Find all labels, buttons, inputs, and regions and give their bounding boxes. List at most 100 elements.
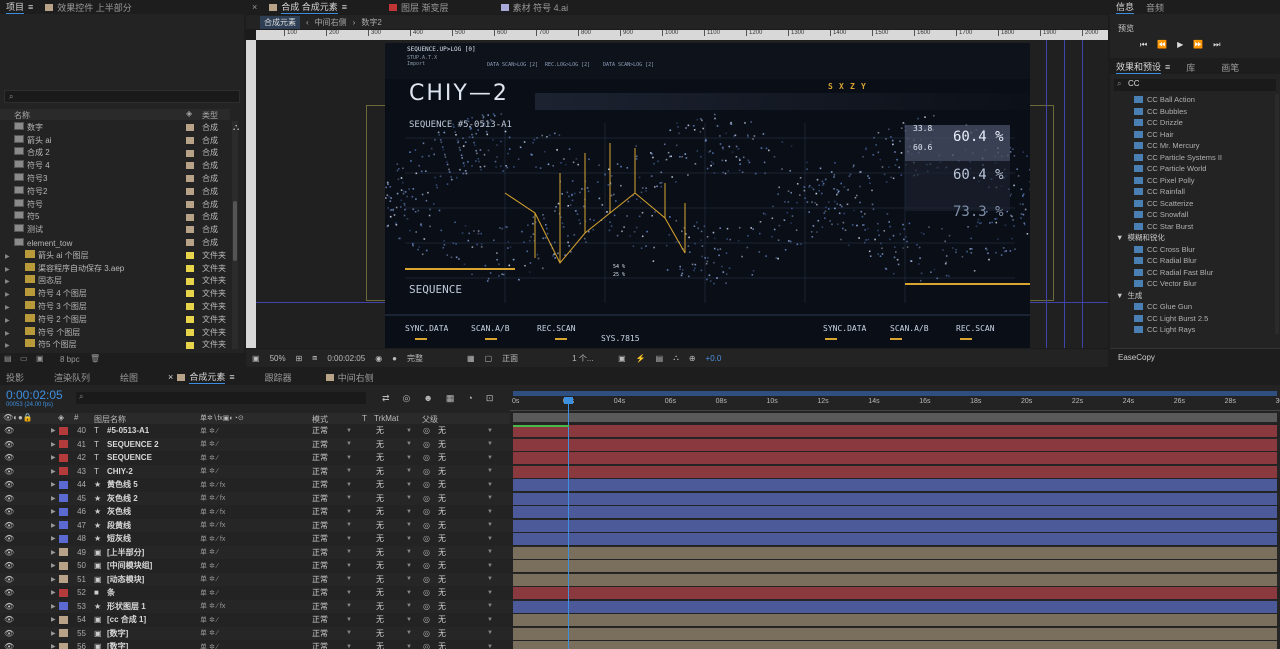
project-search-input[interactable]: ⌕ bbox=[4, 90, 240, 103]
layer-switches[interactable]: 单 ✲ ∕ fx bbox=[200, 480, 225, 490]
layer-switches[interactable]: 单 ✲ ∕ bbox=[200, 466, 218, 476]
expand-arrow-icon[interactable]: ▶ bbox=[5, 330, 11, 337]
parent-select[interactable]: 无 bbox=[438, 506, 446, 517]
trkmat-select[interactable]: 无 bbox=[376, 560, 384, 571]
resolution-icon[interactable]: ⊞ bbox=[296, 354, 303, 363]
close-comp-icon[interactable]: × bbox=[246, 0, 263, 14]
layer-name[interactable]: 灰色线 2 bbox=[107, 493, 138, 504]
layer-name[interactable]: 黄色线 5 bbox=[107, 479, 138, 490]
pickwhip-icon[interactable]: ◎ bbox=[423, 642, 430, 649]
layer-label-color[interactable] bbox=[59, 602, 68, 611]
layer-row[interactable]: 👁 ▶ 40 T #5-0513-A1 单 ✲ ∕ 正常 ▼ 无 ▼ ◎ 无 ▼ bbox=[0, 424, 1280, 438]
label-color-swatch[interactable] bbox=[186, 187, 194, 195]
expand-arrow-icon[interactable]: ▶ bbox=[51, 481, 56, 488]
layer-name[interactable]: 灰色线 bbox=[107, 506, 131, 517]
parent-select[interactable]: 无 bbox=[438, 439, 446, 450]
tab-brushes[interactable]: 画笔 bbox=[1215, 60, 1245, 74]
parent-select[interactable]: 无 bbox=[438, 479, 446, 490]
trkmat-select[interactable]: 无 bbox=[376, 439, 384, 450]
layer-switches[interactable]: 单 ✲ ∕ bbox=[200, 547, 218, 557]
effect-category[interactable]: ▼ 模糊和锐化 bbox=[1110, 232, 1274, 244]
effect-item[interactable]: CC Ball Action bbox=[1110, 94, 1274, 106]
flowchart-footer-icon[interactable]: ⛬ bbox=[673, 353, 679, 363]
layer-row[interactable]: 👁 ▶ 53 ★ 形状图层 1 单 ✲ ∕ fx 正常 ▼ 无 ▼ ◎ 无 ▼ bbox=[0, 599, 1280, 613]
label-color-swatch[interactable] bbox=[186, 200, 194, 208]
breadcrumb-comp-3[interactable]: 数字2 bbox=[361, 17, 381, 28]
label-color-swatch[interactable] bbox=[186, 149, 194, 157]
blend-mode-select[interactable]: 正常 bbox=[312, 614, 328, 625]
effects-scrollbar[interactable] bbox=[1275, 94, 1279, 334]
blend-mode-select[interactable]: 正常 bbox=[312, 439, 328, 450]
layer-row[interactable]: 👁 ▶ 45 ★ 灰色线 2 单 ✲ ∕ fx 正常 ▼ 无 ▼ ◎ 无 ▼ bbox=[0, 491, 1280, 505]
label-color-swatch[interactable] bbox=[186, 303, 194, 311]
project-item[interactable]: ▶ 渠容程序自动保存 3.aep 文件夹 bbox=[0, 262, 230, 275]
interpret-footage-icon[interactable]: ▤ bbox=[4, 354, 12, 363]
effect-item[interactable]: CC Pixel Polly bbox=[1110, 175, 1274, 187]
tab-effects-presets[interactable]: 效果和预设 ≡ bbox=[1110, 60, 1176, 74]
visibility-eye-icon[interactable]: 👁 bbox=[4, 642, 14, 649]
visibility-eye-icon[interactable]: 👁 bbox=[4, 453, 14, 462]
layer-label-color[interactable] bbox=[59, 548, 68, 557]
label-color-swatch[interactable] bbox=[186, 264, 194, 272]
layer-duration-bar[interactable] bbox=[513, 587, 1277, 599]
col-type-header[interactable]: 类型 bbox=[202, 110, 218, 121]
layer-row[interactable]: 👁 ▶ 55 ▣ [数字] 单 ✲ ∕ 正常 ▼ 无 ▼ ◎ 无 ▼ bbox=[0, 626, 1280, 640]
pickwhip-icon[interactable]: ◎ bbox=[423, 453, 430, 462]
layer-duration-bar[interactable] bbox=[513, 479, 1277, 491]
next-frame-icon[interactable]: ⏩ bbox=[1193, 40, 1203, 50]
tab-audio[interactable]: 音频 bbox=[1140, 0, 1170, 14]
project-item[interactable]: 箭头 ai 合成 bbox=[0, 134, 230, 147]
visibility-eye-icon[interactable]: 👁 bbox=[4, 548, 14, 557]
effect-item[interactable]: CC Glue Gun bbox=[1110, 301, 1274, 313]
project-item[interactable]: ▶ 符号 3 个图层 文件夹 bbox=[0, 300, 230, 313]
layer-duration-bar[interactable] bbox=[513, 506, 1277, 518]
trash-icon[interactable]: 🗑 bbox=[90, 354, 100, 363]
label-color-swatch[interactable] bbox=[186, 290, 194, 298]
layer-switches[interactable]: 单 ✲ ∕ bbox=[200, 561, 218, 571]
project-item[interactable]: 符号 4 合成 bbox=[0, 159, 230, 172]
expand-arrow-icon[interactable]: ▶ bbox=[51, 576, 56, 583]
panel-menu-icon[interactable]: ≡ bbox=[1165, 62, 1170, 72]
project-scrollbar[interactable] bbox=[232, 121, 238, 349]
trkmat-select[interactable]: 无 bbox=[376, 547, 384, 558]
layer-row[interactable]: 👁 ▶ 50 ▣ [中间模块组] 单 ✲ ∕ 正常 ▼ 无 ▼ ◎ 无 ▼ bbox=[0, 559, 1280, 573]
blend-mode-select[interactable]: 正常 bbox=[312, 520, 328, 531]
effect-category[interactable]: ▼ 生成 bbox=[1110, 290, 1274, 302]
layer-name[interactable]: 形状图层 1 bbox=[107, 601, 146, 612]
visibility-eye-icon[interactable]: 👁 bbox=[4, 507, 14, 516]
panel-menu-icon[interactable]: ≡ bbox=[342, 2, 347, 12]
visibility-eye-icon[interactable]: 👁 bbox=[4, 467, 14, 476]
quality-select[interactable]: 完整 bbox=[407, 353, 457, 364]
expand-arrow-icon[interactable]: ▶ bbox=[51, 454, 56, 461]
effect-item[interactable]: CC Scatterize bbox=[1110, 198, 1274, 210]
col-name-header[interactable]: 名称 bbox=[14, 110, 30, 121]
tab-layer-viewer[interactable]: 图层 渐变层 bbox=[383, 0, 455, 14]
blend-mode-select[interactable]: 正常 bbox=[312, 533, 328, 544]
expand-arrow-icon[interactable]: ▶ bbox=[5, 291, 11, 298]
layer-row[interactable]: 👁 ▶ 43 T CHIY-2 单 ✲ ∕ 正常 ▼ 无 ▼ ◎ 无 ▼ bbox=[0, 464, 1280, 478]
layer-duration-bar[interactable] bbox=[513, 438, 1277, 451]
label-color-swatch[interactable] bbox=[186, 175, 194, 183]
expand-arrow-icon[interactable]: ▶ bbox=[51, 522, 56, 529]
visibility-eye-icon[interactable]: 👁 bbox=[4, 480, 14, 489]
layer-row[interactable]: 👁 ▶ 47 ★ 段黄线 单 ✲ ∕ fx 正常 ▼ 无 ▼ ◎ 无 ▼ bbox=[0, 518, 1280, 532]
layer-search-input[interactable]: ⌕ bbox=[76, 392, 366, 404]
blend-mode-select[interactable]: 正常 bbox=[312, 479, 328, 490]
project-item[interactable]: ▶ 箭头 ai 个图层 文件夹 bbox=[0, 249, 230, 262]
pickwhip-icon[interactable]: ◎ bbox=[423, 440, 430, 449]
comp-nav-bar[interactable] bbox=[513, 413, 1277, 422]
layer-duration-bar[interactable] bbox=[513, 425, 1277, 437]
expand-arrow-icon[interactable]: ▶ bbox=[5, 266, 11, 273]
parent-select[interactable]: 无 bbox=[438, 614, 446, 625]
parent-select[interactable]: 无 bbox=[438, 628, 446, 639]
pickwhip-icon[interactable]: ◎ bbox=[423, 426, 430, 435]
layer-switches[interactable]: 单 ✲ ∕ fx bbox=[200, 507, 225, 517]
horizontal-ruler[interactable]: 100 200 300 400 500 600 700 800 900 1000 1100 1200 1… bbox=[256, 30, 1108, 40]
timeline-tab[interactable]: 中间右侧 bbox=[316, 370, 380, 384]
layer-duration-bar[interactable] bbox=[513, 452, 1277, 464]
layer-switches[interactable]: 单 ✲ ∕ bbox=[200, 426, 218, 436]
expand-arrow-icon[interactable]: ▶ bbox=[51, 630, 56, 637]
label-color-swatch[interactable] bbox=[186, 315, 194, 323]
layer-switches[interactable]: 单 ✲ ∕ fx bbox=[200, 534, 225, 544]
new-folder-icon[interactable]: ▭ bbox=[20, 354, 28, 363]
